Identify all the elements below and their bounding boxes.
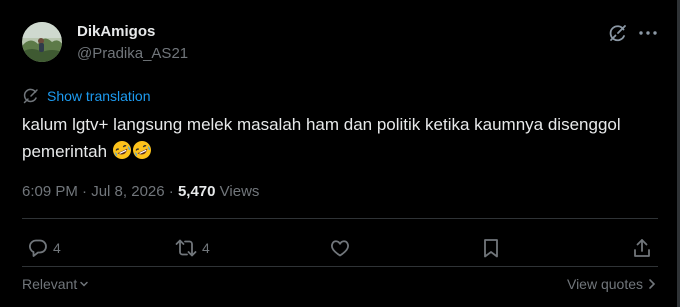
avatar[interactable] [22,22,62,62]
meta-separator: · [168,183,174,200]
rofl-emoji-icon [132,140,152,160]
sort-replies-button[interactable]: Relevant [22,276,89,292]
repost-icon [175,239,197,257]
tweet-text: kalum lgtv+ langsung melek masalah ham d… [22,111,652,165]
author-handle[interactable]: @Pradika_AS21 [77,45,188,62]
translate-icon [23,88,38,104]
more-options-icon[interactable] [636,22,660,42]
share-button[interactable] [632,236,656,260]
author-name[interactable]: DikAmigos [77,23,155,40]
tweet-date[interactable]: Jul 8, 2026 [91,183,164,200]
tweet-time[interactable]: 6:09 PM [22,183,78,200]
avatar-image [22,22,62,62]
heart-icon [331,240,349,257]
views-count: 5,470 [177,183,216,200]
reply-count: 4 [53,240,61,256]
views-label: Views [219,183,260,200]
show-translation-link[interactable]: Show translation [22,87,151,105]
grok-icon[interactable] [608,23,628,43]
bookmark-button[interactable] [481,236,505,260]
bookmark-icon [484,239,498,258]
rofl-emoji-icon [112,140,132,160]
chevron-right-icon [649,279,656,289]
repost-button[interactable]: 4 [174,236,210,260]
meta-separator: · [82,183,88,200]
show-translation-label: Show translation [47,88,151,104]
chevron-down-icon [80,281,89,287]
divider [22,218,658,219]
reply-button[interactable]: 4 [27,236,61,260]
reply-icon [29,239,47,257]
repost-count: 4 [202,240,210,256]
sort-label: Relevant [22,276,78,292]
view-quotes-link[interactable]: View quotes [567,276,656,292]
like-button[interactable] [329,236,355,260]
divider [22,266,658,267]
share-icon [634,239,650,257]
view-quotes-label: View quotes [566,276,643,292]
tweet-meta: 6:09 PM · Jul 8, 2026 · 5,470 Views [22,183,259,200]
